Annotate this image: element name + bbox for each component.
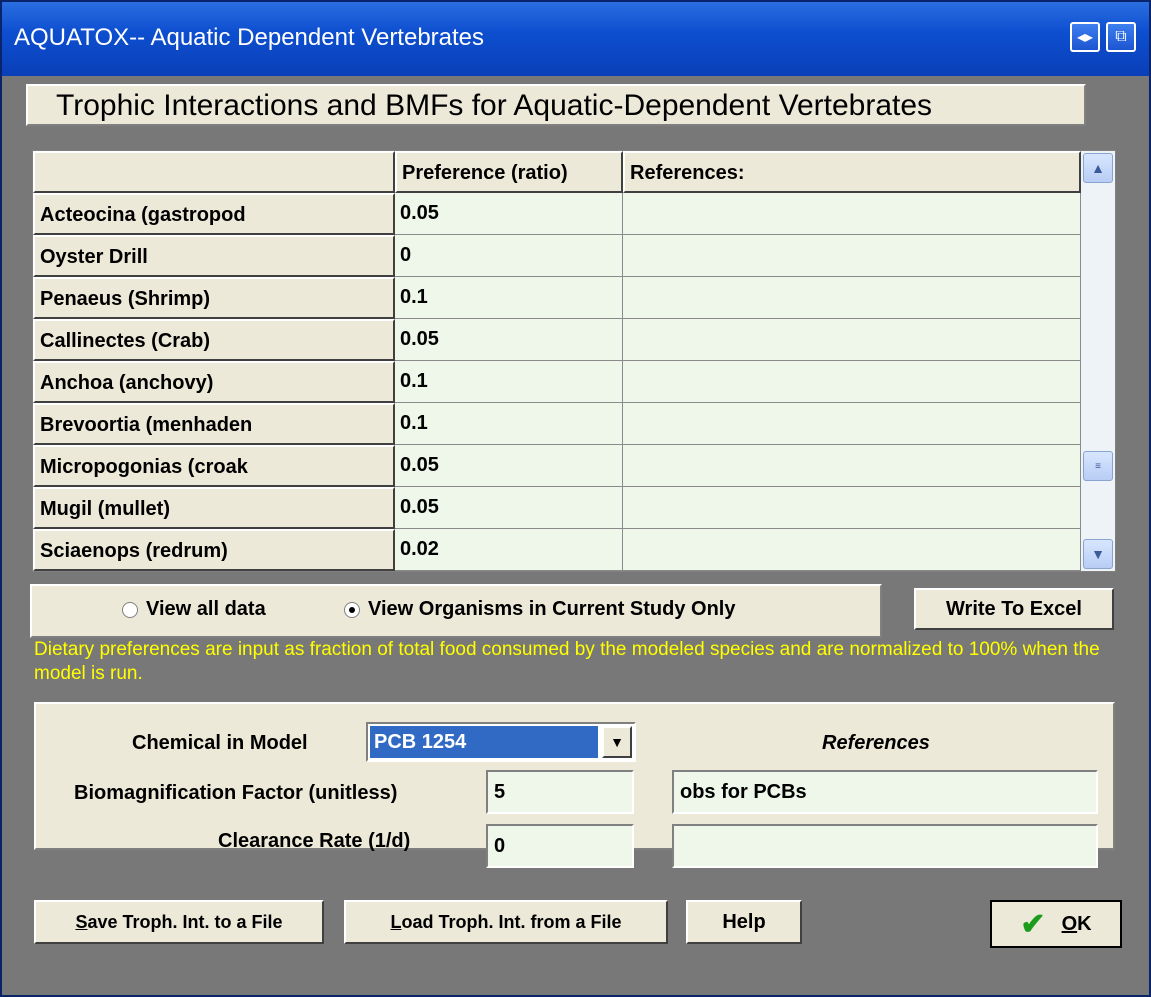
radio-off-icon: [122, 601, 138, 618]
preference-cell[interactable]: 0.1: [395, 361, 623, 403]
save-troph-button[interactable]: Save Troph. Int. to a File: [34, 900, 324, 944]
preference-cell[interactable]: 0.05: [395, 445, 623, 487]
vertical-scrollbar[interactable]: ▲ ≡ ▼: [1081, 151, 1115, 571]
clearance-input[interactable]: 0: [486, 824, 634, 868]
row-header: Acteocina (gastropod: [33, 193, 395, 235]
column-header-references[interactable]: References:: [623, 151, 1081, 193]
references-header: References: [822, 732, 930, 754]
reference-cell[interactable]: [623, 529, 1081, 571]
reference-cell[interactable]: [623, 445, 1081, 487]
clearance-label: Clearance Rate (1/d): [218, 830, 411, 852]
radio-view-all[interactable]: View all data: [122, 598, 266, 621]
load-troph-button[interactable]: Load Troph. Int. from a File: [344, 900, 668, 944]
radio-view-current-label: View Organisms in Current Study Only: [368, 598, 736, 620]
reference-cell[interactable]: [623, 319, 1081, 361]
reference-cell[interactable]: [623, 193, 1081, 235]
bmf-input[interactable]: 5: [486, 770, 634, 814]
radio-view-all-label: View all data: [146, 598, 266, 620]
restore-window-icon[interactable]: ⧉: [1106, 22, 1136, 52]
load-label: oad Troph. Int. from a File: [401, 911, 622, 932]
row-header: Anchoa (anchovy): [33, 361, 395, 403]
save-label: ave Troph. Int. to a File: [87, 911, 283, 932]
dropdown-arrow-icon[interactable]: ▼: [602, 726, 632, 758]
page-title: Trophic Interactions and BMFs for Aquati…: [26, 84, 1086, 126]
write-to-excel-button[interactable]: Write To Excel: [914, 588, 1114, 630]
ok-label: K: [1077, 912, 1092, 935]
scroll-up-icon[interactable]: ▲: [1083, 153, 1113, 183]
grid-corner-header: [33, 151, 395, 193]
preference-cell[interactable]: 0.1: [395, 403, 623, 445]
column-header-preference[interactable]: Preference (ratio): [395, 151, 623, 193]
row-header: Penaeus (Shrimp): [33, 277, 395, 319]
reference-cell[interactable]: [623, 235, 1081, 277]
reference-cell[interactable]: [623, 361, 1081, 403]
row-header: Mugil (mullet): [33, 487, 395, 529]
row-header: Brevoortia (menhaden: [33, 403, 395, 445]
preference-cell[interactable]: 0.05: [395, 193, 623, 235]
preference-cell[interactable]: 0.1: [395, 277, 623, 319]
reference-cell[interactable]: [623, 487, 1081, 529]
save-hotkey: S: [75, 911, 88, 932]
chemical-selected-value: PCB 1254: [370, 726, 598, 758]
preference-cell[interactable]: 0.05: [395, 487, 623, 529]
window-title: AQUATOX-- Aquatic Dependent Vertebrates: [14, 24, 485, 51]
row-header: Callinectes (Crab): [33, 319, 395, 361]
chemical-select[interactable]: PCB 1254 ▼: [366, 722, 636, 762]
bmf-label: Biomagnification Factor (unitless): [74, 782, 398, 804]
trophic-grid: Preference (ratio) References: Acteocina…: [32, 150, 1116, 572]
row-header: Oyster Drill: [33, 235, 395, 277]
reference-cell[interactable]: [623, 403, 1081, 445]
chemical-label: Chemical in Model: [132, 732, 308, 754]
clearance-reference-input[interactable]: [672, 824, 1098, 868]
bmf-reference-input[interactable]: obs for PCBs: [672, 770, 1098, 814]
reference-cell[interactable]: [623, 277, 1081, 319]
preference-cell[interactable]: 0: [395, 235, 623, 277]
scroll-down-icon[interactable]: ▼: [1083, 539, 1113, 569]
ok-button[interactable]: ✔ OK: [990, 900, 1122, 948]
view-options: View all data View Organisms in Current …: [30, 584, 882, 638]
radio-on-icon: [344, 601, 360, 618]
row-header: Sciaenops (redrum): [33, 529, 395, 571]
ok-hotkey: O: [1061, 912, 1078, 935]
scroll-thumb[interactable]: ≡: [1083, 451, 1113, 481]
preference-cell[interactable]: 0.02: [395, 529, 623, 571]
radio-view-current[interactable]: View Organisms in Current Study Only: [344, 598, 736, 621]
checkmark-icon: ✔: [1020, 907, 1046, 941]
preference-cell[interactable]: 0.05: [395, 319, 623, 361]
dietary-note: Dietary preferences are input as fractio…: [34, 639, 1100, 684]
load-hotkey: L: [390, 911, 402, 932]
resize-icon[interactable]: ◂▸: [1070, 22, 1100, 52]
title-bar[interactable]: AQUATOX-- Aquatic Dependent Vertebrates …: [2, 2, 1149, 76]
help-button[interactable]: Help: [686, 900, 802, 944]
row-header: Micropogonias (croak: [33, 445, 395, 487]
